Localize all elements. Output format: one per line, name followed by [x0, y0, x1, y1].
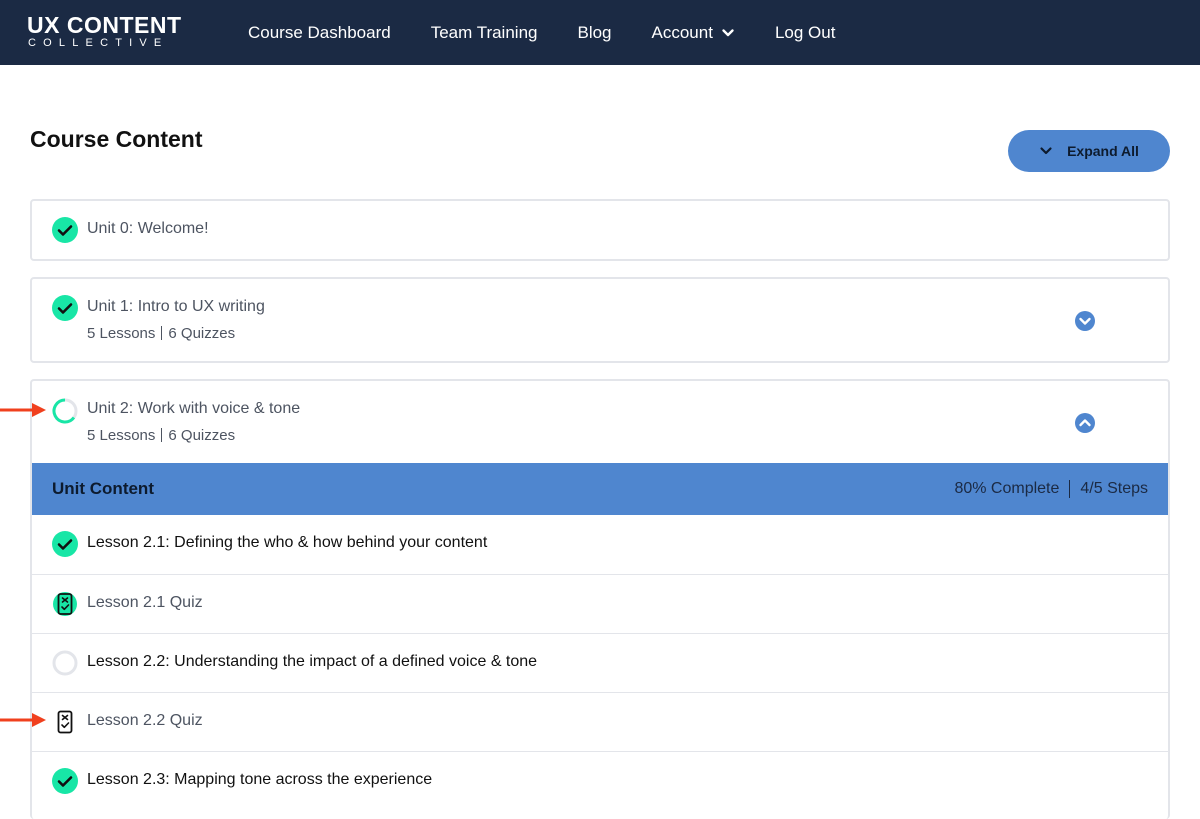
check-circle-icon	[52, 217, 78, 243]
expand-all-label: Expand All	[1067, 143, 1139, 159]
quiz-title[interactable]: Lesson 2.2 Quiz	[87, 712, 203, 730]
unit-content-title: Unit Content	[52, 479, 154, 498]
chevron-up-circle-icon[interactable]	[1075, 413, 1095, 433]
unit-title[interactable]: Unit 2: Work with voice & tone	[87, 400, 300, 418]
logo[interactable]: UX CONTENT COLLECTIVE	[27, 13, 182, 49]
lesson-count: 5 Lessons	[87, 427, 156, 444]
lesson-row[interactable]: Lesson 2.2: Understanding the impact of …	[32, 633, 1168, 692]
chevron-down-icon	[1040, 147, 1052, 155]
quiz-complete-icon	[53, 592, 77, 616]
lesson-row[interactable]: Lesson 2.3: Mapping tone across the expe…	[32, 751, 1168, 810]
quiz-count: 6 Quizzes	[168, 325, 236, 342]
unit-meta: 5 Lessons 6 Quizzes	[87, 427, 235, 444]
main-nav: Course Dashboard Team Training Blog Acco…	[228, 0, 855, 65]
nav-team-training[interactable]: Team Training	[411, 23, 558, 43]
logo-main-text: UX CONTENT	[27, 12, 182, 38]
unit-meta: 5 Lessons 6 Quizzes	[87, 325, 235, 342]
quiz-count: 6 Quizzes	[168, 427, 236, 444]
nav-account[interactable]: Account	[632, 23, 755, 43]
quiz-icon	[57, 710, 73, 734]
quiz-title[interactable]: Lesson 2.1 Quiz	[87, 594, 203, 612]
unit-title[interactable]: Unit 0: Welcome!	[87, 220, 209, 238]
logo-sub-text: COLLECTIVE	[28, 37, 169, 49]
check-circle-icon	[52, 768, 78, 794]
empty-circle-icon	[52, 650, 78, 676]
check-circle-icon	[52, 531, 78, 557]
red-arrow-icon	[0, 713, 46, 727]
meta-divider	[161, 428, 163, 442]
unit-content-header: Unit Content 80% Complete 4/5 Steps	[32, 463, 1168, 515]
expand-all-button[interactable]: Expand All	[1008, 130, 1170, 172]
top-navigation-bar: UX CONTENT COLLECTIVE Course Dashboard T…	[0, 0, 1200, 65]
progress-divider	[1069, 480, 1071, 498]
nav-account-label: Account	[651, 22, 713, 42]
unit-card-2[interactable]: Unit 2: Work with voice & tone 5 Lessons…	[30, 379, 1170, 819]
step-count: 4/5 Steps	[1080, 480, 1148, 497]
nav-course-dashboard[interactable]: Course Dashboard	[228, 23, 411, 43]
lesson-title[interactable]: Lesson 2.1: Defining the who & how behin…	[87, 534, 487, 552]
percent-complete: 80% Complete	[954, 480, 1060, 497]
check-circle-icon	[52, 295, 78, 321]
nav-log-out[interactable]: Log Out	[755, 23, 856, 43]
meta-divider	[161, 326, 163, 340]
nav-blog[interactable]: Blog	[557, 23, 631, 43]
quiz-row[interactable]: Lesson 2.1 Quiz	[32, 574, 1168, 633]
lesson-count: 5 Lessons	[87, 325, 156, 342]
unit-title[interactable]: Unit 1: Intro to UX writing	[87, 298, 265, 316]
unit-progress: 80% Complete 4/5 Steps	[954, 480, 1148, 498]
unit-card-1[interactable]: Unit 1: Intro to UX writing 5 Lessons 6 Q…	[30, 277, 1170, 363]
lesson-title[interactable]: Lesson 2.3: Mapping tone across the expe…	[87, 771, 432, 789]
chevron-down-icon	[722, 28, 734, 36]
quiz-row[interactable]: Lesson 2.2 Quiz	[32, 692, 1168, 751]
lesson-row[interactable]: Lesson 2.1: Defining the who & how behin…	[32, 515, 1168, 574]
red-arrow-icon	[0, 403, 46, 417]
chevron-down-circle-icon[interactable]	[1075, 311, 1095, 331]
unit-card-0[interactable]: Unit 0: Welcome!	[30, 199, 1170, 261]
progress-ring-icon	[52, 398, 78, 424]
page-title: Course Content	[30, 126, 203, 152]
lesson-title[interactable]: Lesson 2.2: Understanding the impact of …	[87, 653, 537, 671]
